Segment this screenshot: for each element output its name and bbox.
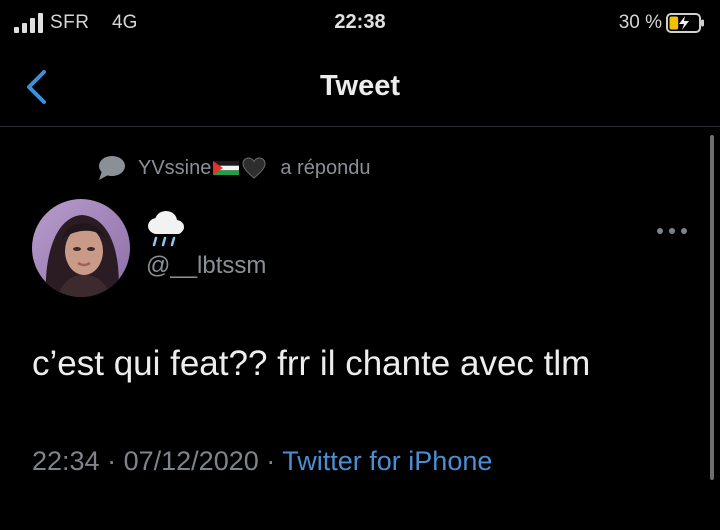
speech-bubble-icon bbox=[99, 156, 125, 180]
cloud-with-rain-icon bbox=[148, 211, 184, 247]
black-heart-icon bbox=[242, 157, 266, 179]
tweet-text: c’est qui feat?? frr il chante avec tlm bbox=[32, 344, 591, 383]
reply-action-label: a répondu bbox=[280, 156, 371, 179]
avatar[interactable] bbox=[32, 199, 130, 297]
navigation-bar: Tweet bbox=[0, 48, 720, 127]
page-title: Tweet bbox=[319, 70, 401, 102]
replier-name[interactable]: YVssine bbox=[138, 157, 211, 180]
status-bar: SFR 4G 22:38 30 % bbox=[0, 0, 720, 48]
user-handle[interactable]: @__lbtssm bbox=[146, 252, 266, 280]
tweet-date: 07/12/2020 bbox=[123, 446, 259, 476]
tweet-metadata: 22:34 · 07/12/2020 · Twitter for iPhone bbox=[32, 446, 492, 477]
meta-separator: · bbox=[266, 446, 276, 476]
avatar-photo bbox=[32, 199, 130, 297]
status-time: 22:38 bbox=[334, 11, 386, 33]
scroll-indicator[interactable] bbox=[710, 135, 714, 480]
reply-context[interactable]: YVssine a répondu bbox=[96, 150, 370, 186]
meta-separator: · bbox=[107, 446, 117, 476]
battery-charging-icon bbox=[666, 13, 704, 33]
more-dots-icon[interactable] bbox=[654, 224, 690, 238]
tweet-source-link[interactable]: Twitter for iPhone bbox=[282, 446, 492, 476]
tweet-time: 22:34 bbox=[32, 446, 100, 476]
palestine-flag-icon bbox=[213, 161, 240, 175]
battery-percentage: 30 % bbox=[618, 12, 662, 33]
